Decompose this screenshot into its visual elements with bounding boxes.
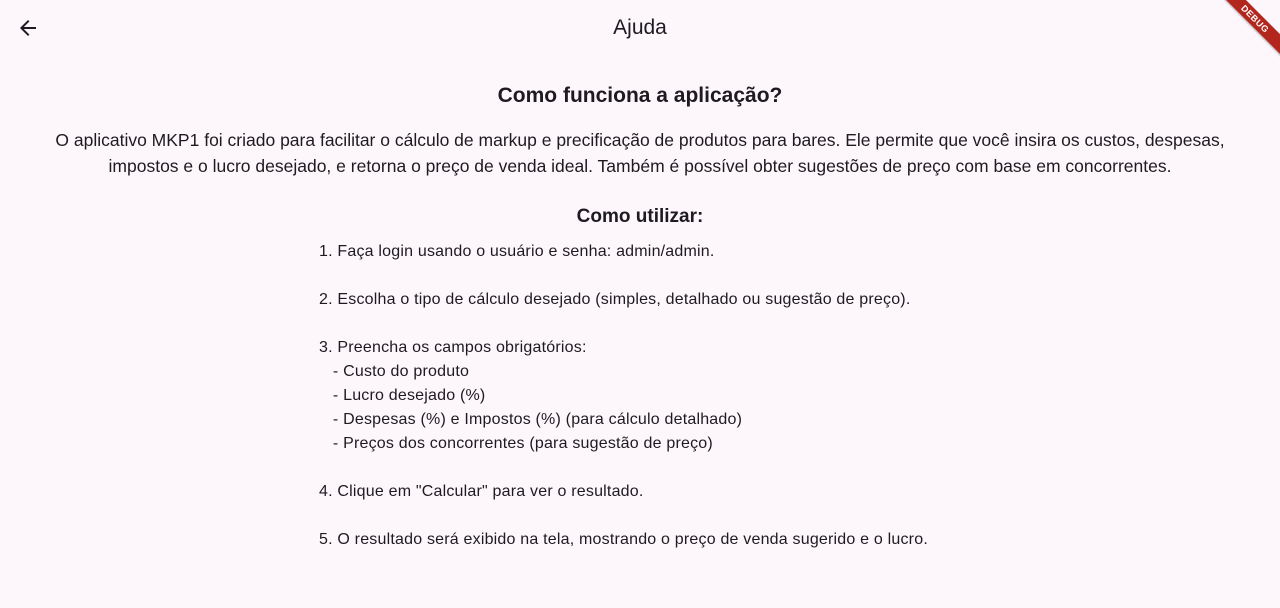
step-item: 3. Preencha os campos obrigatórios: [319, 339, 587, 356]
step-item: - Custo do produto [319, 363, 470, 380]
step-item: 5. O resultado será exibido na tela, mos… [319, 531, 928, 548]
step-item: 2. Escolha o tipo de cálculo desejado (s… [319, 291, 911, 308]
step-item: - Lucro desejado (%) [319, 387, 486, 404]
step-spacer [319, 456, 1079, 480]
intro-paragraph: O aplicativo MKP1 foi criado para facili… [55, 130, 1225, 176]
steps-list: 1. Faça login usando o usuário e senha: … [319, 240, 1079, 552]
app-bar: Ajuda [0, 0, 1280, 56]
help-content[interactable]: Como funciona a aplicação? O aplicativo … [0, 56, 1280, 584]
step-item: 4. Clique em "Calcular" para ver o resul… [319, 483, 644, 500]
step-spacer [319, 312, 1079, 336]
section-heading-how-to-use: Como utilizar: [576, 206, 704, 227]
step-item: 1. Faça login usando o usuário e senha: … [319, 243, 715, 260]
page-title: Ajuda [613, 16, 667, 39]
section-heading-how-it-works: Como funciona a aplicação? [497, 84, 783, 107]
step-item: - Despesas (%) e Impostos (%) (para cálc… [319, 411, 743, 428]
step-spacer [319, 264, 1079, 288]
step-item: - Preços dos concorrentes (para sugestão… [319, 435, 713, 452]
step-spacer [319, 504, 1079, 528]
help-screen: Ajuda Como funciona a aplicação? O aplic… [0, 0, 1280, 608]
